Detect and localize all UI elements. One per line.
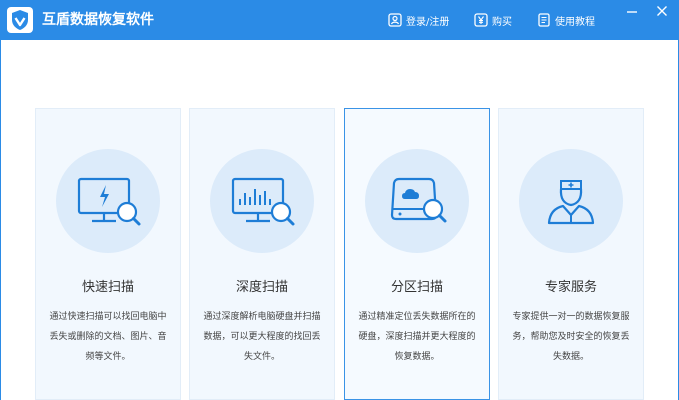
deep-scan-icon-circle — [210, 149, 314, 253]
expert-service-card[interactable]: 专家服务 专家提供一对一的数据恢复服务，帮助您及时安全的恢复丢失数据。 — [498, 108, 644, 400]
drive-cloud-search-icon — [390, 177, 447, 223]
app-title: 互盾数据恢复软件 — [42, 12, 154, 28]
partition-scan-title: 分区扫描 — [390, 280, 443, 295]
buy-label: 购买 — [492, 16, 512, 28]
deep-scan-title: 深度扫描 — [235, 280, 288, 295]
login-label: 登录/注册 — [406, 16, 450, 28]
deep-scan-description: 通过深度解析电脑硬盘并扫描数据，可以更大程度的找回丢失文件。 — [203, 312, 321, 362]
document-icon — [538, 13, 550, 27]
tutorial-button[interactable]: 使用教程 — [537, 11, 595, 29]
quick-scan-title: 快速扫描 — [81, 280, 134, 295]
login-button[interactable]: 登录/注册 — [388, 11, 449, 29]
partition-scan-card[interactable]: 分区扫描 通过精准定位丢失数据所在的硬盘，深度扫描并更大程度的恢复数据。 — [344, 108, 490, 400]
partition-scan-icon-circle — [365, 149, 469, 253]
tutorial-label: 使用教程 — [555, 16, 595, 28]
close-icon[interactable] — [650, 4, 674, 18]
monitor-chart-search-icon — [231, 177, 295, 226]
quick-scan-description: 通过快速扫描可以找回电脑中丢失或删除的文档、图片、音频等文件。 — [49, 312, 167, 362]
monitor-bolt-search-icon — [77, 177, 141, 226]
expert-service-title: 专家服务 — [544, 280, 597, 295]
buy-button[interactable]: 购买 — [474, 11, 512, 29]
deep-scan-card[interactable]: 深度扫描 通过深度解析电脑硬盘并扫描数据，可以更大程度的找回丢失文件。 — [189, 108, 335, 400]
yen-icon — [474, 13, 488, 27]
expert-service-icon-circle — [519, 149, 623, 253]
partition-scan-description: 通过精准定位丢失数据所在的硬盘，深度扫描并更大程度的恢复数据。 — [358, 312, 476, 362]
title-bar: 互盾数据恢复软件 登录/注册 购买 使用教程 — [0, 0, 679, 40]
minimize-icon[interactable] — [620, 4, 644, 18]
quick-scan-icon-circle — [56, 149, 160, 253]
expert-service-description: 专家提供一对一的数据恢复服务，帮助您及时安全的恢复丢失数据。 — [512, 312, 630, 362]
shield-logo-icon — [7, 7, 33, 33]
doctor-icon — [547, 180, 595, 225]
login-icon — [388, 13, 402, 27]
quick-scan-card[interactable]: 快速扫描 通过快速扫描可以找回电脑中丢失或删除的文档、图片、音频等文件。 — [35, 108, 181, 400]
